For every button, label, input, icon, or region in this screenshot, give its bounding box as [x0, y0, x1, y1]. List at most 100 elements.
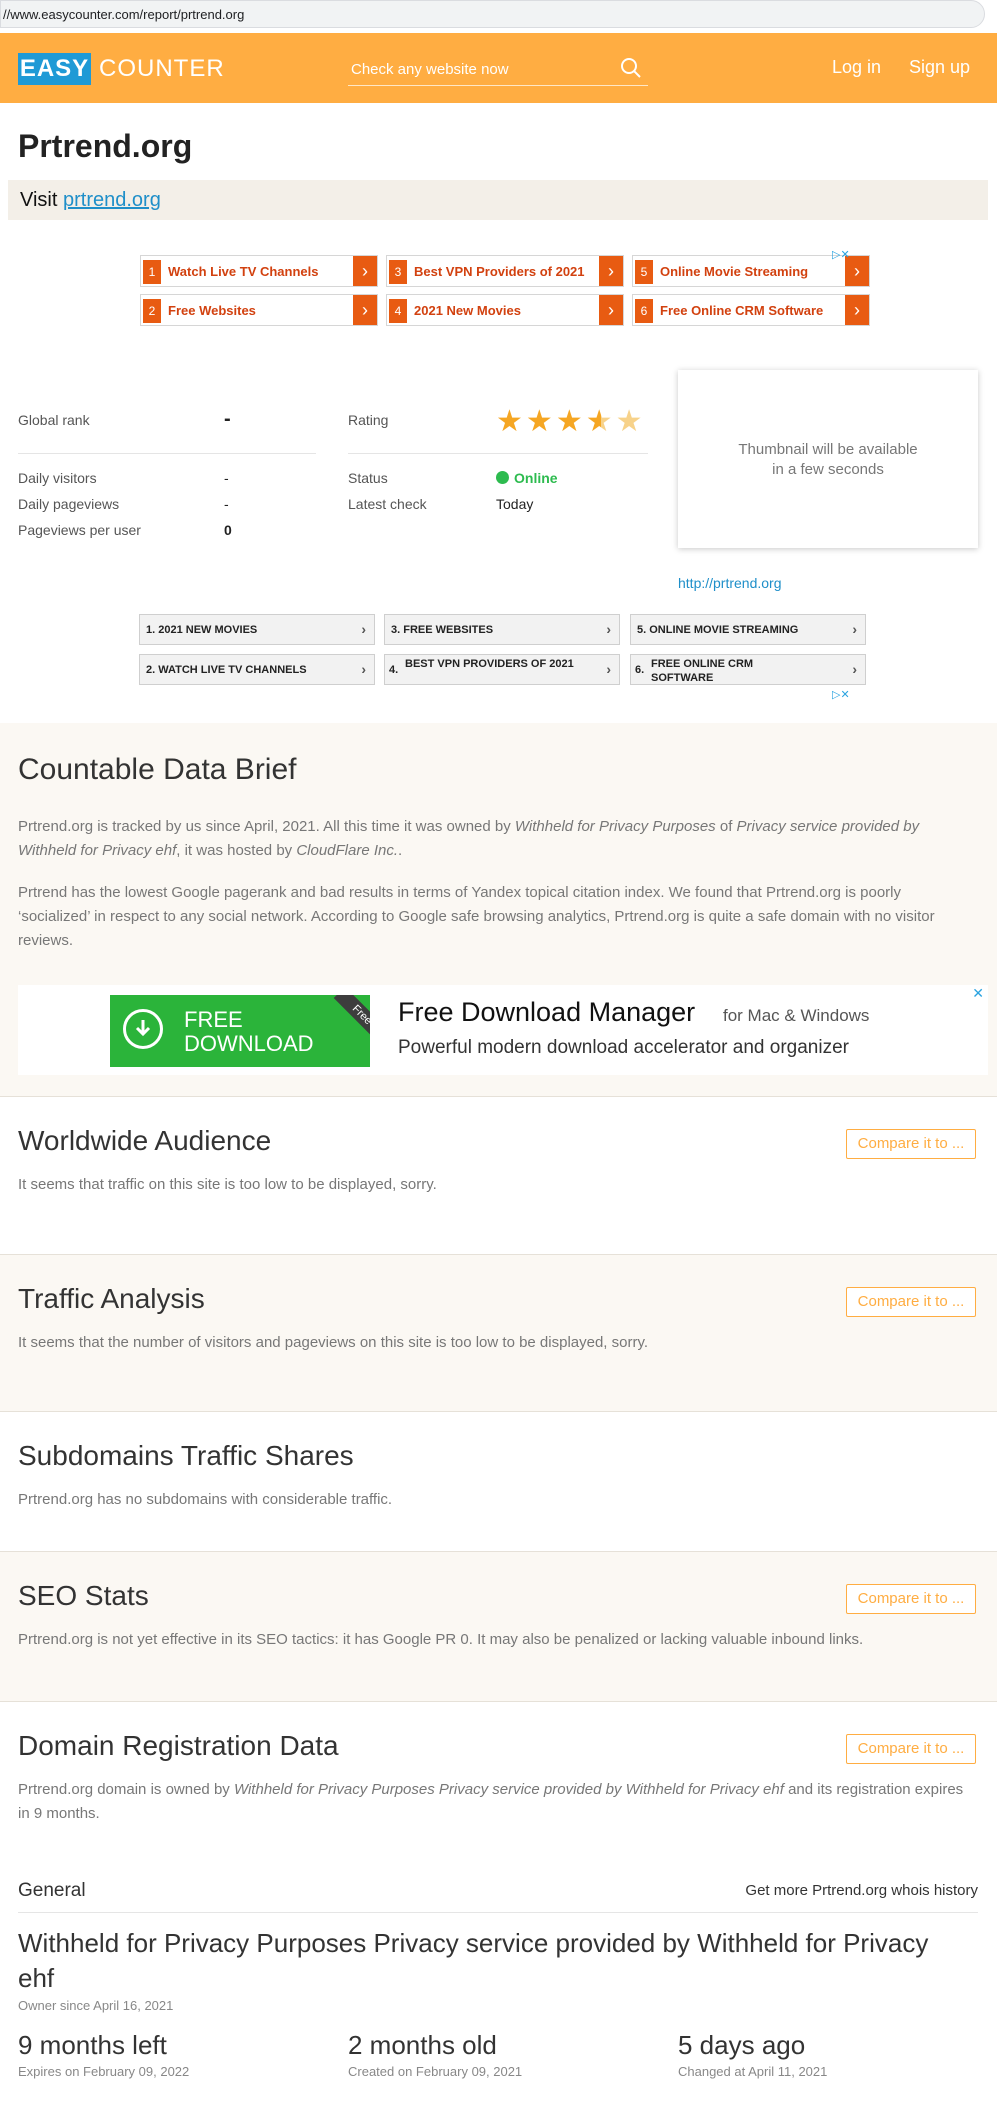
ad-label: Free Online CRM Software [660, 303, 824, 318]
visit-prefix: Visit [20, 189, 58, 211]
whois-prefix: Get more [745, 1882, 813, 1899]
section-title: Domain Registration Data [18, 1730, 339, 1761]
fdm-subtitle: Powerful modern download accelerator and… [398, 1037, 849, 1058]
domain-section: Domain Registration Data Compare it to .… [0, 1702, 997, 1852]
login-link[interactable]: Log in [832, 57, 881, 78]
ad-link[interactable]: 3 Best VPN Providers of 2021 › [386, 255, 624, 287]
adchoices-icon[interactable]: ▷✕ [832, 688, 850, 701]
free-ribbon: Free [326, 995, 370, 1039]
star-icon: ★ [525, 405, 556, 438]
adchoices-icon[interactable]: ▷✕ [832, 248, 850, 261]
pageviews-per-user-label: Pageviews per user [18, 522, 141, 538]
brief-text: of [715, 818, 737, 835]
logo-counter[interactable]: COUNTER [99, 53, 225, 85]
visit-link[interactable]: prtrend.org [63, 189, 161, 211]
brief-paragraph-1: Prtrend.org is tracked by us since April… [18, 815, 973, 863]
ad-label: Free Websites [168, 303, 256, 318]
section-title: Countable Data Brief [18, 753, 297, 786]
compare-button[interactable]: Compare it to ... [846, 1584, 976, 1614]
ad-link[interactable]: 1. 2021 NEW MOVIES › [139, 614, 375, 645]
chevron-right-icon: › [852, 661, 857, 677]
expiry-value: 9 months left [18, 2030, 167, 2060]
ad-link[interactable]: 4 2021 New Movies › [386, 294, 624, 326]
ad-link[interactable]: 4. BEST VPN PROVIDERS OF 2021 › [384, 654, 620, 685]
chevron-right-icon: › [852, 621, 857, 637]
ad-label: FREE ONLINE CRM SOFTWARE [651, 658, 754, 684]
chevron-right-icon: › [361, 621, 366, 637]
section-text: Prtrend.org domain is owned by Withheld … [18, 1778, 973, 1826]
divider [18, 453, 316, 454]
latest-check-value: Today [496, 496, 534, 512]
section-title: Subdomains Traffic Shares [18, 1440, 354, 1471]
owner-name: Withheld for Privacy Purposes Privacy se… [18, 1928, 929, 1993]
signup-link[interactable]: Sign up [909, 57, 970, 78]
daily-pageviews-value: - [224, 496, 229, 512]
traffic-section: Traffic Analysis Compare it to ... It se… [0, 1255, 997, 1411]
close-icon[interactable]: ✕ [972, 985, 984, 1002]
pageviews-per-user-value: 0 [224, 522, 232, 538]
domain-text: Prtrend.org domain is owned by [18, 1781, 234, 1798]
brief-paragraph-2: Prtrend has the lowest Google pagerank a… [18, 884, 935, 949]
search-placeholder: Check any website now [351, 61, 509, 78]
ad-num: 6. [635, 664, 645, 676]
ad-link[interactable]: 1 Watch Live TV Channels › [140, 255, 378, 287]
visit-bar: Visit prtrend.org [8, 180, 988, 220]
fdm-advertisement[interactable]: FREE DOWNLOAD Free Free Download Manager … [18, 985, 988, 1075]
search-input[interactable]: Check any website now [348, 53, 648, 86]
section-title: Traffic Analysis [18, 1283, 205, 1314]
rating-label: Rating [348, 412, 389, 428]
ad-link[interactable]: 2. WATCH LIVE TV CHANNELS › [139, 654, 375, 685]
daily-pageviews-label: Daily pageviews [18, 496, 120, 512]
chevron-right-icon: › [599, 256, 623, 286]
domain-owner: Withheld for Privacy Purposes Privacy se… [233, 1781, 784, 1798]
whois-history-link[interactable]: Prtrend.org whois history [812, 1882, 978, 1899]
star-empty-icon: ★ [615, 405, 646, 438]
logo-easy[interactable]: EASY [18, 53, 91, 85]
age-value: 2 months old [348, 2030, 497, 2060]
compare-button[interactable]: Compare it to ... [846, 1734, 976, 1764]
ad-link[interactable]: 6 Free Online CRM Software › [632, 294, 870, 326]
thumbnail-link[interactable]: http://prtrend.org [678, 575, 782, 591]
search-icon[interactable] [620, 57, 642, 79]
ad-label: Online Movie Streaming [660, 264, 809, 279]
thumb-line1: Thumbnail will be available [738, 441, 918, 458]
star-icon: ★ [555, 405, 586, 438]
ad-link[interactable]: 6. FREE ONLINE CRM SOFTWARE › [630, 654, 866, 685]
divider [18, 1912, 978, 1913]
global-rank-value: - [224, 408, 231, 430]
compare-button[interactable]: Compare it to ... [846, 1129, 976, 1159]
brief-text: Prtrend.org is tracked by us since April… [18, 818, 515, 835]
section-text: It seems that traffic on this site is to… [18, 1176, 437, 1193]
chevron-right-icon: › [845, 295, 869, 325]
brief-owner: Withheld for Privacy Purposes [514, 818, 716, 835]
site-thumbnail: Thumbnail will be available in a few seco… [678, 370, 978, 548]
ad-num: 4 [389, 299, 407, 323]
ad-num: 3 [389, 260, 407, 284]
section-title: SEO Stats [18, 1580, 149, 1611]
chevron-right-icon: › [599, 295, 623, 325]
ad-label: 5. ONLINE MOVIE STREAMING [637, 624, 799, 636]
global-rank-label: Global rank [18, 412, 90, 428]
general-label: General [18, 1880, 86, 1901]
ad-num: 1 [143, 260, 161, 284]
brief-host: CloudFlare Inc. [296, 842, 399, 859]
ad-link[interactable]: 2 Free Websites › [140, 294, 378, 326]
brief-text: , it was hosted by [176, 842, 297, 859]
ad-label: 2. WATCH LIVE TV CHANNELS [146, 664, 307, 676]
ad-link[interactable]: 5. ONLINE MOVIE STREAMING › [630, 614, 866, 645]
owner-since: Owner since April 16, 2021 [18, 1998, 174, 2013]
ad-links-top: 1 Watch Live TV Channels › 3 Best VPN Provi… [140, 250, 870, 330]
download-icon [123, 1009, 163, 1049]
ad-num: 6 [635, 299, 653, 323]
ad-link[interactable]: 3. FREE WEBSITES › [384, 614, 620, 645]
free-download-button[interactable]: FREE DOWNLOAD Free [110, 995, 370, 1067]
address-bar[interactable]: //www.easycounter.com/report/prtrend.org [0, 0, 985, 28]
ad-label: 1. 2021 NEW MOVIES [146, 624, 258, 636]
compare-button[interactable]: Compare it to ... [846, 1287, 976, 1317]
latest-check-label: Latest check [348, 496, 427, 512]
daily-visitors-label: Daily visitors [18, 470, 97, 486]
star-half-icon: ★ [585, 405, 616, 438]
star-icon: ★ [496, 405, 526, 438]
ad-label: BEST VPN PROVIDERS OF 2021 [405, 658, 574, 670]
changed-date: Changed at April 11, 2021 [678, 2064, 828, 2079]
